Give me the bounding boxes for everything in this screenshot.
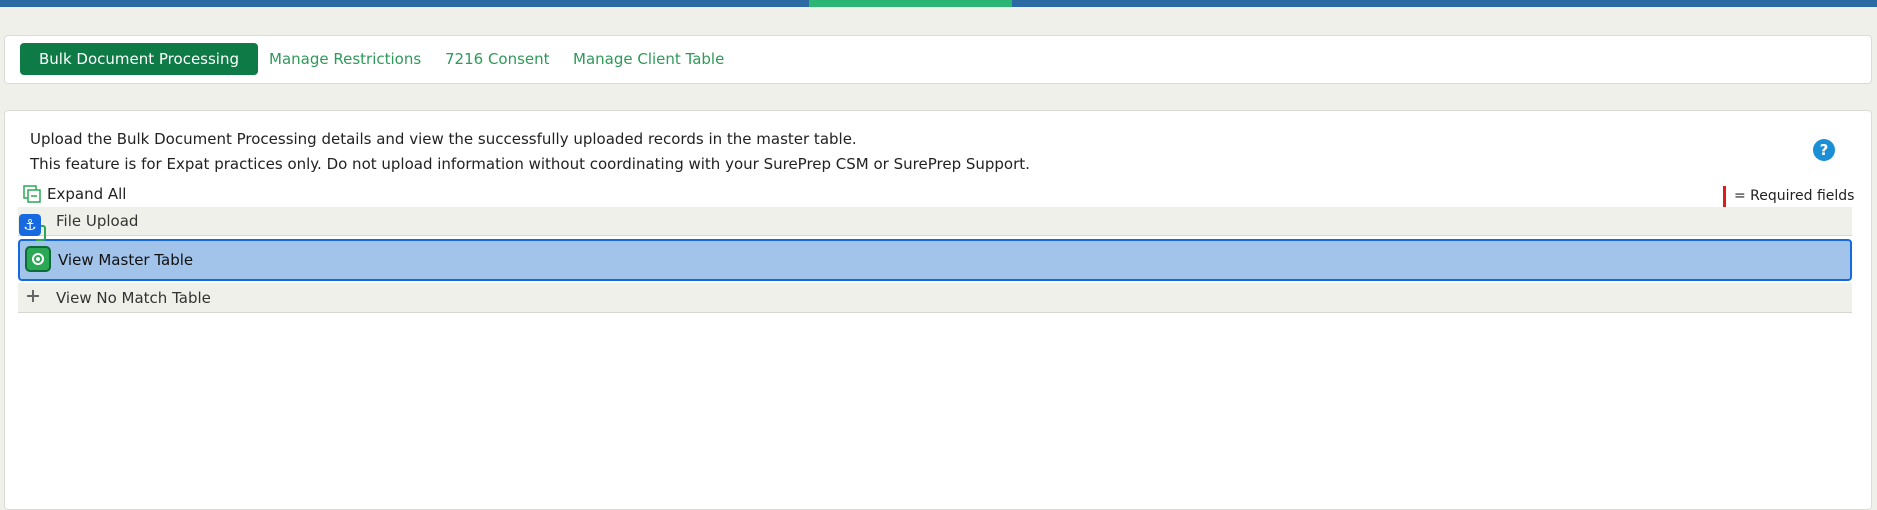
description-line-2: This feature is for Expat practices only…: [30, 155, 1030, 173]
section-view-master-table[interactable]: View Master Table: [18, 239, 1852, 281]
target-icon[interactable]: [25, 246, 51, 272]
required-legend-text: = Required fields: [1734, 188, 1855, 204]
tab-manage-restrictions[interactable]: Manage Restrictions: [250, 43, 440, 75]
section-view-no-match-table[interactable]: View No Match Table: [18, 283, 1852, 313]
anchor-icon[interactable]: ⚓: [19, 214, 41, 236]
plus-icon[interactable]: [27, 290, 39, 302]
required-marker: [1723, 185, 1726, 207]
expand-all-button[interactable]: Expand All: [23, 184, 126, 204]
tab-manage-client-table[interactable]: Manage Client Table: [554, 43, 743, 75]
section-file-upload[interactable]: File Upload: [18, 207, 1852, 236]
top-progress-bar: [0, 0, 1877, 7]
section-label: View Master Table: [58, 251, 194, 269]
expand-all-icon: [23, 185, 41, 203]
tab-7216-consent[interactable]: 7216 Consent: [426, 43, 569, 75]
section-label: View No Match Table: [56, 288, 211, 307]
required-fields-legend: = Required fields: [1723, 185, 1855, 207]
section-label: File Upload: [56, 212, 139, 230]
tab-bulk-document-processing[interactable]: Bulk Document Processing: [20, 43, 258, 75]
tab-bar: Bulk Document Processing Manage Restrict…: [4, 35, 1872, 84]
help-icon[interactable]: ?: [1813, 139, 1835, 161]
expand-all-label: Expand All: [47, 185, 127, 203]
description-line-1: Upload the Bulk Document Processing deta…: [30, 130, 857, 148]
top-progress-bar-accent: [809, 0, 1012, 7]
